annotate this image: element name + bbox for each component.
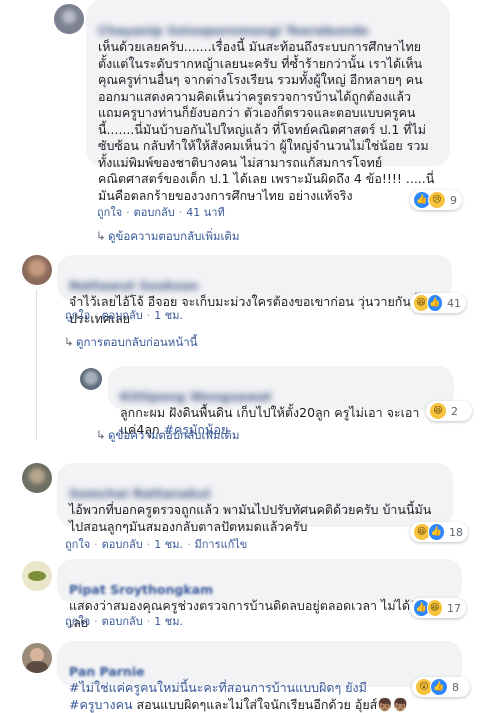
haha-reaction-icon: 😆 bbox=[429, 402, 447, 420]
separator: · bbox=[146, 309, 151, 322]
reply-bubble: Kittipong Wongsawat ลูกกะผม ฝังดินพื้นดิ… bbox=[108, 366, 454, 437]
commenter-name[interactable]: Chayanip Soisopornmongi Teerabunde bbox=[98, 23, 368, 38]
sad-reaction-icon: 😢 bbox=[428, 191, 446, 209]
haha-reaction-icon: 😆 bbox=[426, 599, 443, 617]
separator: · bbox=[186, 538, 191, 551]
reaction-count: 17 bbox=[447, 601, 461, 615]
comment-actions: ถูกใจ · ตอบกลับ · 1 ชม. · มีการแก้ไข bbox=[65, 535, 247, 553]
comment-bubble: Chayanip Soisopornmongi Teerabunde เห็นด… bbox=[86, 0, 450, 203]
like-reaction-icon: 👍 bbox=[427, 523, 445, 541]
reply-arrow-icon: ↳ bbox=[96, 428, 106, 442]
reply-link[interactable]: ตอบกลับ bbox=[134, 206, 175, 219]
reaction-count: 41 bbox=[447, 296, 461, 310]
reaction-summary[interactable]: 😆 👍 18 bbox=[410, 522, 468, 542]
reaction-count: 2 bbox=[451, 404, 458, 418]
comment-text: เห็นด้วยเลยครับ.......เรื่องนี้ มันสะท้อ… bbox=[98, 39, 435, 203]
view-more-replies-label: ดูข้อความตอบกลับเพิ่มเติม bbox=[108, 229, 240, 243]
avatar[interactable] bbox=[54, 4, 84, 34]
reaction-summary[interactable]: 👍 😆 17 bbox=[410, 598, 466, 618]
timestamp[interactable]: 1 ชม. bbox=[154, 615, 183, 628]
comment-actions: ถูกใจ · ตอบกลับ · 1 ชม. bbox=[65, 306, 183, 324]
like-link[interactable]: ถูกใจ bbox=[65, 309, 90, 322]
comment-actions: ถูกใจ · ตอบกลับ · 41 นาที bbox=[97, 203, 225, 221]
commenter-name[interactable]: Kittipong Wongsawat bbox=[120, 389, 272, 404]
reply-link[interactable]: ตอบกลับ bbox=[102, 615, 143, 628]
avatar[interactable] bbox=[22, 561, 52, 591]
comment-bubble: Pan Parnie #ไม่ใช่แค่ครูคนใหม่นี้นะคะที่… bbox=[57, 641, 462, 712]
commenter-name[interactable]: Somchai Rattanakul bbox=[69, 486, 210, 501]
commenter-name[interactable]: Pan Parnie bbox=[69, 664, 145, 679]
comment-bubble: Somchai Rattanakul ไอ้พวกที่บอกครูตรวจถู… bbox=[57, 463, 453, 534]
reply-arrow-icon: ↳ bbox=[64, 335, 74, 349]
timestamp[interactable]: 41 นาที bbox=[186, 206, 224, 219]
view-more-replies-label: ดูข้อความตอบกลับเพิ่มเติม bbox=[108, 428, 240, 442]
like-reaction-icon: 👍 bbox=[426, 294, 443, 312]
separator: · bbox=[94, 309, 98, 322]
separator: · bbox=[94, 538, 98, 551]
reaction-summary[interactable]: 😆 👍 41 bbox=[410, 293, 466, 313]
view-previous-replies-label: ดูการตอบกลับก่อนหน้านี้ bbox=[76, 335, 198, 349]
view-more-replies-link[interactable]: ↳ ดูข้อความตอบกลับเพิ่มเติม bbox=[96, 228, 239, 246]
comment-actions: ถูกใจ · ตอบกลับ · 1 ชม. bbox=[65, 612, 183, 630]
like-link[interactable]: ถูกใจ bbox=[97, 206, 122, 219]
comment-bubble: Pipat Sroythongkam แสดงว่าสมองคุณครูช่วง… bbox=[57, 559, 462, 630]
comment-text: ไอ้พวกที่บอกครูตรวจถูกแล้ว พามันไปปรับทั… bbox=[69, 502, 432, 534]
separator: · bbox=[146, 615, 151, 628]
reaction-summary[interactable]: 😆 2 bbox=[426, 401, 472, 421]
reaction-count: 18 bbox=[449, 525, 463, 539]
avatar[interactable] bbox=[22, 643, 52, 673]
view-more-replies-link[interactable]: ↳ ดูข้อความตอบกลับเพิ่มเติม bbox=[96, 427, 239, 445]
timestamp[interactable]: 1 ชม. bbox=[154, 538, 183, 551]
timestamp[interactable]: 1 ชม. bbox=[154, 309, 183, 322]
reaction-summary[interactable]: 😮 👍 8 bbox=[412, 677, 470, 697]
separator: · bbox=[94, 615, 98, 628]
like-link[interactable]: ถูกใจ bbox=[65, 615, 90, 628]
view-previous-replies-link[interactable]: ↳ ดูการตอบกลับก่อนหน้านี้ bbox=[64, 334, 198, 352]
like-link[interactable]: ถูกใจ bbox=[65, 538, 90, 551]
reaction-count: 8 bbox=[452, 680, 459, 694]
reaction-summary[interactable]: 👍 😢 9 bbox=[410, 190, 462, 210]
hashtag-link[interactable]: #ไม่ใช่แค่ครูคนใหม่นี้นะคะที่สอนการบ้านแ… bbox=[69, 680, 367, 695]
comment-text: สอนแบบผิดๆและไม่ใส่ใจนักเรียนอีกด้วย อุ้… bbox=[132, 696, 409, 712]
avatar[interactable] bbox=[22, 255, 52, 285]
like-reaction-icon: 👍 bbox=[430, 678, 448, 696]
reply-link[interactable]: ตอบกลับ bbox=[102, 538, 143, 551]
hashtag-link[interactable]: #ครูบางคน bbox=[69, 697, 133, 712]
avatar[interactable] bbox=[22, 463, 52, 493]
reply-link[interactable]: ตอบกลับ bbox=[102, 309, 143, 322]
reply-thread-line bbox=[36, 290, 37, 440]
edited-link[interactable]: มีการแก้ไข bbox=[194, 538, 247, 551]
avatar[interactable] bbox=[80, 368, 102, 390]
separator: · bbox=[146, 538, 151, 551]
separator: · bbox=[126, 206, 130, 219]
commenter-name[interactable]: Pipat Sroythongkam bbox=[69, 582, 213, 597]
commenter-name[interactable]: Nattawut Sooksan bbox=[69, 278, 198, 293]
comment-bubble: Nattawut Sooksan จำไว้เลยไอ้โจ้ อีจอย จะ… bbox=[57, 255, 452, 326]
reaction-count: 9 bbox=[450, 193, 457, 207]
reply-arrow-icon: ↳ bbox=[96, 229, 106, 243]
separator: · bbox=[178, 206, 183, 219]
